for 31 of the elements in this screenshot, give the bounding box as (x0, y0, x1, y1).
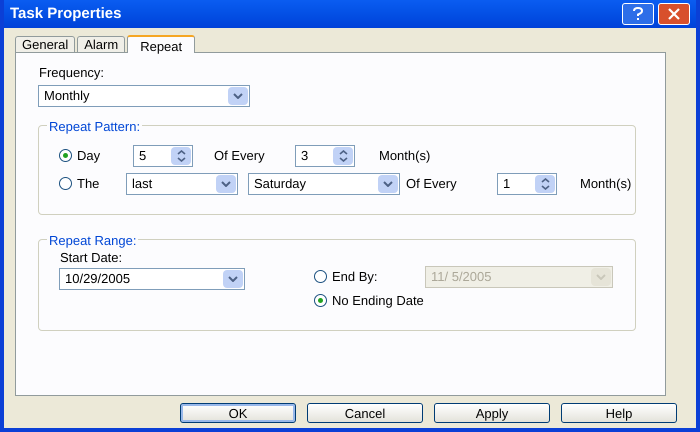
of-every-label: Of Every (214, 146, 266, 165)
tab[interactable]: Alarm (77, 36, 126, 52)
day-spinner[interactable]: 5 (133, 144, 193, 166)
help-button[interactable] (622, 3, 654, 25)
dialog-button[interactable]: OK (180, 403, 296, 423)
start-date-picker[interactable]: 10/29/2005 (59, 268, 245, 290)
close-icon (668, 8, 680, 20)
dialog-button[interactable]: Apply (434, 403, 550, 423)
weekday-dropdown[interactable]: Saturday (248, 172, 400, 194)
tab[interactable]: Repeat (127, 35, 196, 53)
radio-button[interactable]: The (59, 174, 100, 194)
tab[interactable]: General (15, 36, 76, 52)
dialog-button[interactable]: Help (561, 403, 677, 423)
start-date-label: Start Date: (60, 248, 124, 266)
frequency-dropdown[interactable]: Monthly (38, 84, 250, 106)
months-label: Month(s) (379, 146, 430, 165)
frequency-label: Frequency: (39, 64, 106, 82)
spinner-arrows-icon[interactable] (333, 146, 353, 164)
months-spinner[interactable]: 1 (497, 172, 557, 194)
radio-button[interactable]: Day (59, 146, 100, 166)
close-button[interactable] (658, 3, 690, 25)
of-every-label: Of Every (406, 174, 458, 193)
spinner-arrows-icon[interactable] (171, 146, 191, 164)
radio-button[interactable]: No Ending Date (314, 290, 424, 310)
ordinal-dropdown[interactable]: last (126, 172, 238, 194)
months-label: Month(s) (580, 174, 632, 193)
window-title: Task Properties (10, 4, 122, 24)
question-mark-icon (632, 7, 644, 21)
dialog-button[interactable]: Cancel (307, 403, 423, 423)
spinner-arrows-icon[interactable] (535, 174, 555, 192)
months-spinner[interactable]: 3 (295, 144, 355, 166)
